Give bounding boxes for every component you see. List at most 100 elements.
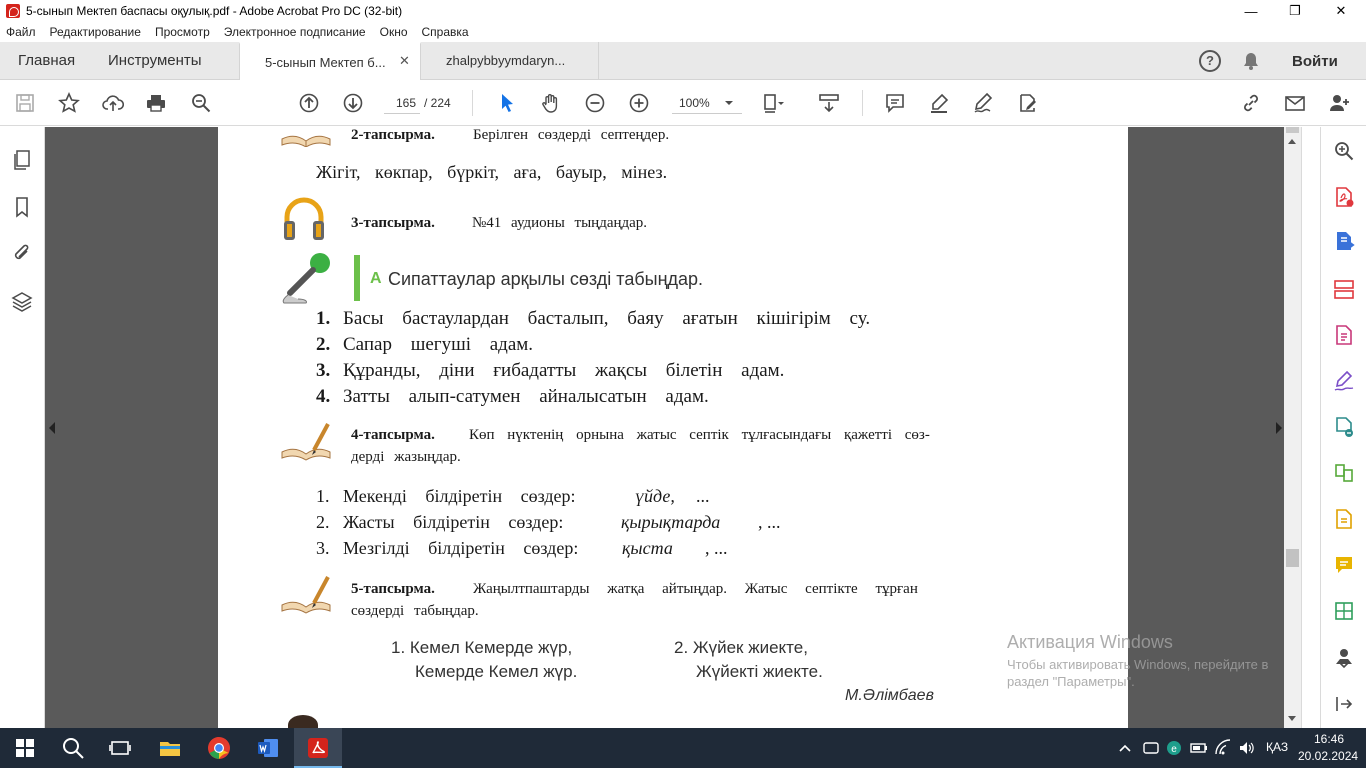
comment-tool-icon[interactable] bbox=[1333, 554, 1355, 576]
export-pdf-icon[interactable] bbox=[1333, 230, 1355, 252]
bookmark-star-icon[interactable] bbox=[58, 92, 80, 114]
more-tools-chevron-icon[interactable] bbox=[1337, 659, 1351, 669]
add-user-icon[interactable] bbox=[1328, 92, 1350, 114]
tab-document-active[interactable]: 5-сынып Мектеп б... bbox=[239, 42, 421, 81]
section-a-letter: А bbox=[370, 270, 382, 287]
tab-home[interactable]: Главная bbox=[18, 42, 75, 80]
print-icon[interactable] bbox=[145, 92, 167, 114]
send-for-signature-icon[interactable] bbox=[1333, 416, 1355, 438]
share-link-icon[interactable] bbox=[1240, 92, 1262, 114]
tray-chevron-up-icon[interactable] bbox=[1117, 736, 1133, 760]
notifications-bell-icon[interactable] bbox=[1241, 42, 1261, 80]
taskbar-acrobat-active[interactable] bbox=[294, 728, 342, 768]
tab-tools[interactable]: Инструменты bbox=[108, 42, 202, 80]
clock-time[interactable]: 16:46 bbox=[1304, 732, 1354, 746]
create-pdf-icon[interactable] bbox=[1333, 186, 1355, 208]
edit-pdf-document-icon[interactable] bbox=[1333, 324, 1355, 346]
attachment-paperclip-icon[interactable] bbox=[11, 242, 33, 264]
clock-date[interactable]: 20.02.2024 bbox=[1298, 749, 1358, 763]
scroll-mode-icon[interactable] bbox=[818, 92, 840, 114]
search-icon[interactable] bbox=[61, 736, 85, 760]
svg-text:e: e bbox=[1171, 744, 1177, 755]
right-tools-rail bbox=[1320, 127, 1366, 728]
search-zoom-icon[interactable] bbox=[1333, 140, 1355, 162]
compare-files-icon[interactable] bbox=[1333, 462, 1355, 484]
organize-pages-icon[interactable] bbox=[1333, 278, 1355, 300]
language-indicator[interactable]: ҚАЗ bbox=[1266, 740, 1288, 754]
menu-e-sign[interactable]: Электронное подписание bbox=[224, 25, 366, 39]
zoom-in-icon[interactable] bbox=[628, 92, 650, 114]
menu-edit[interactable]: Редактирование bbox=[50, 25, 141, 39]
zoom-out-icon[interactable] bbox=[584, 92, 606, 114]
minimize-button[interactable]: — bbox=[1228, 0, 1274, 22]
next-page-icon[interactable] bbox=[342, 92, 364, 114]
scroll-thumb[interactable] bbox=[1286, 549, 1299, 567]
email-icon[interactable] bbox=[1284, 92, 1306, 114]
headphones-icon bbox=[282, 195, 326, 247]
window-title: 5-сынып Мектеп баспасы оқулық.pdf - Adob… bbox=[26, 4, 403, 18]
word-icon[interactable] bbox=[256, 736, 280, 760]
acrobat-icon bbox=[6, 4, 20, 18]
scan-ocr-icon[interactable] bbox=[1333, 508, 1355, 530]
sign-pen-icon[interactable] bbox=[972, 92, 994, 114]
menu-view[interactable]: Просмотр bbox=[155, 25, 210, 39]
signin-button[interactable]: Войти bbox=[1292, 42, 1338, 80]
task-view-icon[interactable] bbox=[108, 736, 132, 760]
zoom-search-icon[interactable] bbox=[190, 92, 212, 114]
book-pen-icon bbox=[280, 575, 336, 619]
scroll-up-icon[interactable] bbox=[1288, 139, 1296, 144]
tab-document-2[interactable]: zhalpybbyymdaryn... bbox=[421, 42, 599, 80]
list-item-tail: , ... bbox=[758, 512, 781, 532]
collapse-right-panel-icon[interactable] bbox=[1276, 422, 1282, 434]
fill-sign-icon[interactable] bbox=[1333, 370, 1355, 392]
chrome-icon[interactable] bbox=[207, 736, 231, 760]
restore-button[interactable]: ❐ bbox=[1272, 0, 1318, 22]
save-icon[interactable] bbox=[14, 92, 36, 114]
collapse-tools-pane-icon[interactable] bbox=[1333, 693, 1355, 715]
list-number: 1. bbox=[316, 308, 331, 329]
page-fit-icon[interactable] bbox=[762, 92, 784, 114]
menu-window[interactable]: Окно bbox=[380, 25, 408, 39]
close-tab-icon[interactable]: ✕ bbox=[399, 42, 410, 80]
book-pen-icon bbox=[280, 127, 332, 151]
print-production-icon[interactable] bbox=[1333, 600, 1355, 622]
hand-tool-icon[interactable] bbox=[540, 92, 562, 114]
list-item-text: Сапар шегуші адам. bbox=[343, 334, 534, 355]
exercise-5-instruction: Жаңылтпаштарды жатқа айтыңдар. Жатыс сеп… bbox=[473, 581, 918, 597]
watermark-line2: раздел "Параметры". bbox=[1007, 674, 1135, 689]
menu-file[interactable]: Файл bbox=[6, 25, 36, 39]
list-number: 4. bbox=[316, 386, 331, 407]
vertical-scrollbar[interactable] bbox=[1284, 127, 1301, 728]
page-number-input[interactable]: 165 bbox=[384, 92, 420, 114]
windows-start-icon[interactable] bbox=[13, 736, 37, 760]
scroll-down-icon[interactable] bbox=[1288, 716, 1296, 721]
exercise-4-instruction-cont: дерді жазыңдар. bbox=[351, 449, 461, 465]
list-item-text: Жасты білдіретін сөздер: bbox=[343, 512, 564, 532]
page-thumbnails-icon[interactable] bbox=[11, 149, 33, 171]
bookmarks-icon[interactable] bbox=[11, 196, 33, 218]
edit-pdf-icon[interactable] bbox=[1016, 92, 1038, 114]
watermark-title: Активация Windows bbox=[1007, 632, 1173, 652]
list-item-example: қырықтарда bbox=[621, 512, 721, 532]
tongue-twister-2-line1: 2. Жүйек жиекте, bbox=[674, 638, 808, 657]
file-explorer-icon[interactable] bbox=[158, 736, 182, 760]
select-cursor-icon[interactable] bbox=[496, 92, 518, 114]
close-window-button[interactable]: ✕ bbox=[1318, 0, 1364, 22]
menu-help[interactable]: Справка bbox=[422, 25, 469, 39]
layers-icon[interactable] bbox=[11, 290, 33, 312]
volume-icon[interactable] bbox=[1238, 736, 1256, 760]
previous-page-icon[interactable] bbox=[298, 92, 320, 114]
tray-app-icon[interactable]: e bbox=[1165, 736, 1183, 760]
zoom-dropdown-chevron-icon[interactable] bbox=[722, 92, 736, 114]
list-item-tail: ... bbox=[696, 486, 710, 506]
upload-cloud-icon[interactable] bbox=[102, 92, 124, 114]
meet-now-icon[interactable] bbox=[1142, 736, 1160, 760]
left-navigation-rail bbox=[0, 127, 45, 728]
exercise-5-instruction-cont: сөздерді табыңдар. bbox=[351, 603, 479, 619]
help-icon[interactable]: ? bbox=[1199, 42, 1221, 80]
highlight-pen-icon[interactable] bbox=[928, 92, 950, 114]
exercise-5-label: 5-тапсырма. bbox=[351, 581, 435, 597]
collapse-left-panel-icon[interactable] bbox=[49, 422, 55, 434]
comment-icon[interactable] bbox=[884, 92, 906, 114]
wifi-icon[interactable] bbox=[1214, 736, 1232, 760]
